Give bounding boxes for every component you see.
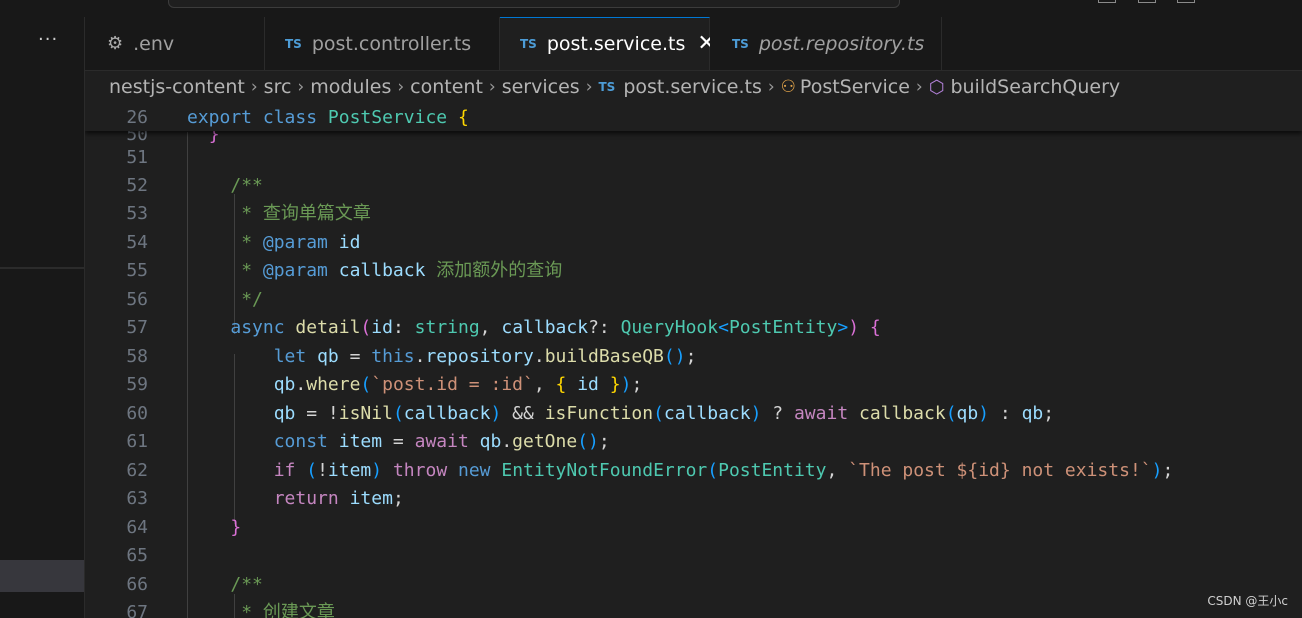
string-token: post.id = :id — [382, 374, 523, 395]
breadcrumb-method[interactable]: buildSearchQuery — [950, 76, 1120, 98]
line-number: 64 — [126, 517, 148, 538]
line-number: 51 — [126, 147, 148, 168]
typescript-icon: TS — [598, 80, 616, 94]
chevron-right-icon: › — [488, 77, 496, 97]
line-number: 61 — [126, 431, 148, 452]
string-token: The post ${id} not exists! — [859, 460, 1141, 481]
code-line[interactable]: 53 * 查询单篇文章 — [85, 200, 1302, 228]
code-line[interactable]: 64 } — [85, 514, 1302, 542]
line-number: 60 — [126, 403, 148, 424]
title-bar — [0, 0, 1302, 17]
layout-icon[interactable] — [1098, 0, 1116, 3]
code-line[interactable]: 60 qb = !isNil(callback) && isFunction(c… — [85, 400, 1302, 428]
chevron-right-icon: › — [915, 77, 923, 97]
tab-label: post.service.ts — [546, 33, 686, 55]
chevron-right-icon: › — [397, 77, 405, 97]
comment-text: 查询单篇文章 — [262, 203, 371, 224]
line-number: 26 — [126, 107, 148, 128]
line-number: 66 — [126, 574, 148, 595]
typescript-icon: TS — [732, 36, 749, 51]
code-line[interactable]: 59 qb.where(`post.id = :id`, { id }); — [85, 371, 1302, 399]
breadcrumb-item[interactable]: modules — [310, 76, 391, 98]
breadcrumb-item[interactable]: content — [410, 76, 483, 98]
breadcrumb-item[interactable]: src — [264, 76, 292, 98]
code-line[interactable]: 57 async detail(id: string, callback?: Q… — [85, 314, 1302, 342]
keyword-token: export — [187, 107, 253, 128]
code-line[interactable]: 61 const item = await qb.getOne(); — [85, 428, 1302, 456]
more-icon[interactable]: ··· — [38, 31, 58, 49]
line-number: 54 — [126, 232, 148, 253]
chevron-right-icon: › — [585, 77, 593, 97]
code-editor[interactable]: 26 export class PostService { 50 } 51 52 … — [85, 104, 1302, 618]
chevron-right-icon: › — [250, 77, 258, 97]
line-number: 58 — [126, 346, 148, 367]
command-center[interactable] — [168, 0, 900, 8]
class-symbol-icon: ⚇ — [780, 77, 796, 97]
line-number: 52 — [126, 175, 148, 196]
comment-text: 创建文章 — [262, 602, 335, 618]
code-line[interactable]: 52 /** — [85, 172, 1302, 200]
layout-icon[interactable] — [1138, 0, 1156, 3]
line-number: 55 — [126, 260, 148, 281]
sticky-scroll-header[interactable]: 26 export class PostService { — [85, 104, 1302, 131]
code-line[interactable]: 67 * 创建文章 — [85, 599, 1302, 618]
tab-post-controller[interactable]: TS post.controller.ts — [265, 17, 500, 70]
code-line[interactable]: 55 * @param callback 添加额外的查询 — [85, 257, 1302, 285]
tab-post-repository[interactable]: TS post.repository.ts — [710, 17, 942, 70]
breadcrumb-item[interactable]: nestjs-content — [109, 76, 245, 98]
watermark: CSDN @王小c — [1207, 594, 1288, 608]
bracket-token: { — [457, 107, 469, 128]
chevron-right-icon: › — [767, 77, 775, 97]
tab-label: .env — [133, 32, 175, 55]
tab-label: post.controller.ts — [311, 32, 472, 55]
code-line[interactable]: 65 — [85, 542, 1302, 570]
line-number: 63 — [126, 488, 148, 509]
breadcrumb-class[interactable]: PostService — [800, 76, 910, 98]
sidebar-divider — [0, 267, 84, 269]
tab-post-service[interactable]: TS post.service.ts ✕ — [500, 17, 716, 70]
line-number: 62 — [126, 460, 148, 481]
comment-text: 添加额外的查询 — [436, 260, 563, 281]
tab-bar: ⚙ .env TS post.controller.ts TS post.ser… — [85, 17, 1302, 71]
code-line[interactable]: 63 return item; — [85, 485, 1302, 513]
layout-icon[interactable] — [1177, 0, 1195, 3]
line-number: 57 — [126, 317, 148, 338]
chevron-right-icon: › — [297, 77, 305, 97]
line-number: 59 — [126, 374, 148, 395]
code-line[interactable]: 56 */ — [85, 286, 1302, 314]
breadcrumb: nestjs-content › src › modules › content… — [109, 72, 1120, 102]
typescript-icon: TS — [520, 37, 537, 51]
code-line[interactable]: 62 if (!item) throw new EntityNotFoundEr… — [85, 457, 1302, 485]
tab-env[interactable]: ⚙ .env — [85, 17, 265, 70]
code-line[interactable]: 54 * @param id — [85, 229, 1302, 257]
code-line[interactable]: 51 — [85, 144, 1302, 172]
typescript-icon: TS — [285, 36, 302, 51]
line-number: 67 — [126, 602, 148, 618]
sidebar-selected-item[interactable] — [0, 560, 84, 592]
keyword-token: class — [262, 107, 318, 128]
line-number: 56 — [126, 289, 148, 310]
sidebar: ··· — [0, 17, 85, 618]
code-line[interactable]: 58 let qb = this.repository.buildBaseQB(… — [85, 343, 1302, 371]
line-number: 65 — [126, 545, 148, 566]
breadcrumb-item[interactable]: services — [502, 76, 580, 98]
code-line[interactable]: 66 /** — [85, 571, 1302, 599]
method-symbol-icon: ⬡ — [928, 76, 945, 98]
breadcrumb-file[interactable]: post.service.ts — [623, 76, 762, 98]
line-number: 53 — [126, 203, 148, 224]
tab-label: post.repository.ts — [758, 32, 925, 55]
class-name-token: PostService — [327, 107, 448, 128]
gear-icon: ⚙ — [107, 33, 124, 54]
